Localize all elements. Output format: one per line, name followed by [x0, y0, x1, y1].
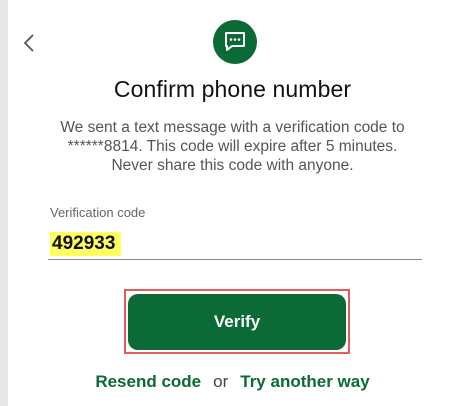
message-badge [213, 20, 257, 64]
page-title: Confirm phone number [113, 76, 352, 102]
message-line-2: ******8814. This code will expire after … [67, 138, 398, 155]
message-line-1: We sent a text message with a verificati… [60, 119, 405, 136]
back-button[interactable] [18, 30, 40, 56]
message-line-3: Never share this code with anyone. [111, 157, 354, 174]
verification-code-value: 492933 [50, 232, 122, 256]
chat-bubble-icon [225, 32, 245, 51]
verify-button[interactable]: Verify [128, 294, 346, 350]
chevron-left-icon [23, 34, 34, 52]
try-another-way-link[interactable]: Try another way [240, 372, 369, 392]
verification-code-label: Verification code [50, 205, 146, 220]
instruction-message: We sent a text message with a verificati… [8, 118, 457, 175]
alternative-actions: Resend code or Try another way [8, 372, 457, 392]
or-separator: or [213, 372, 229, 391]
confirm-phone-panel: Confirm phone number We sent a text mess… [8, 0, 457, 406]
resend-code-link[interactable]: Resend code [95, 372, 201, 392]
